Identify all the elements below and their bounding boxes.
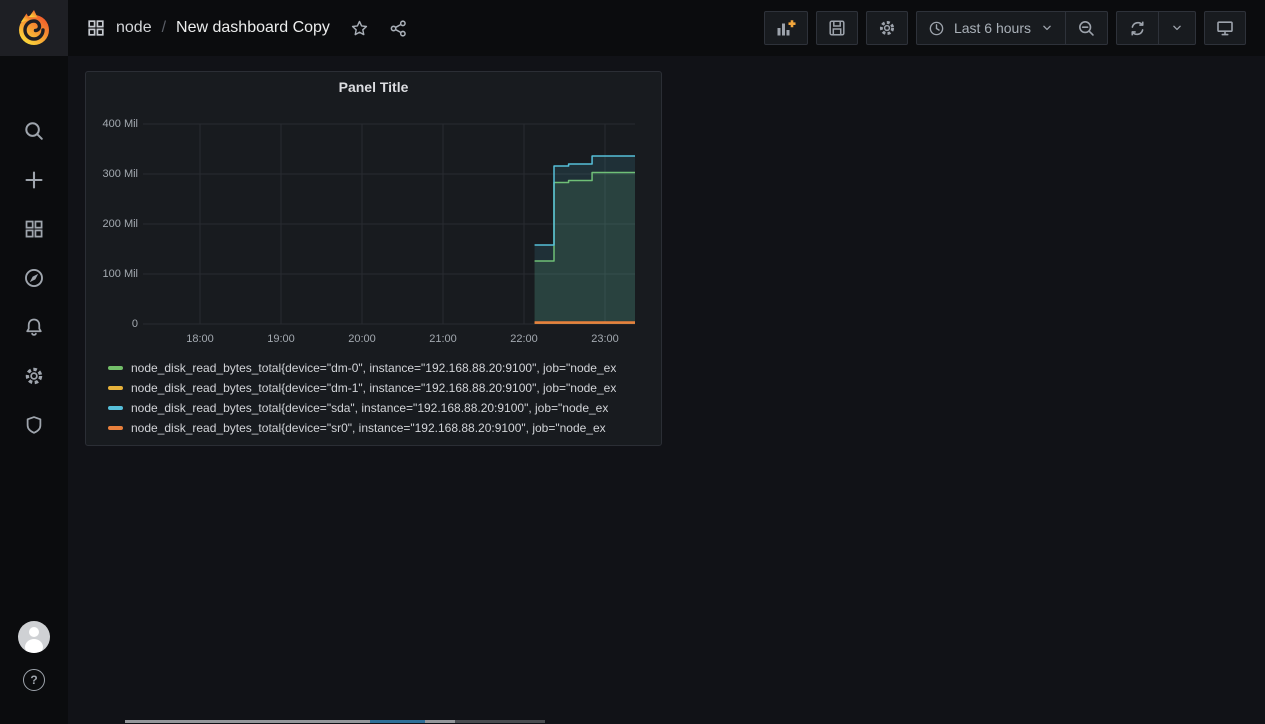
- legend-item[interactable]: node_disk_read_bytes_total{device="dm-0"…: [108, 358, 659, 378]
- legend-series-swatch: [108, 406, 123, 410]
- help-icon[interactable]: ?: [23, 669, 45, 691]
- sidebar-item-server-admin[interactable]: [23, 414, 45, 436]
- time-picker-group: Last 6 hours: [916, 11, 1108, 45]
- shield-icon: [23, 414, 45, 436]
- bottom-edge-artifact-dark: [455, 720, 545, 723]
- monitor-icon: [1215, 18, 1235, 38]
- save-icon: [827, 18, 847, 38]
- dashboard-canvas: Panel Title node_disk_read_bytes_total{d…: [68, 56, 1265, 724]
- refresh-button[interactable]: [1117, 12, 1158, 44]
- gear-icon: [877, 18, 897, 38]
- content-column: node / New dashboard Copy: [68, 0, 1265, 724]
- bottom-edge-artifact-blue: [370, 720, 425, 723]
- zoom-out-button[interactable]: [1065, 12, 1107, 44]
- sidebar-item-explore[interactable]: [23, 267, 45, 289]
- zoom-out-icon: [1077, 19, 1096, 38]
- x-axis-tick-label: 19:00: [257, 333, 305, 345]
- y-axis-tick-label: 0: [86, 317, 138, 331]
- share-button[interactable]: [389, 19, 408, 38]
- legend-series-label: node_disk_read_bytes_total{device="sda",…: [131, 401, 608, 415]
- sidebar-item-dashboards[interactable]: [23, 218, 45, 240]
- refresh-icon: [1128, 19, 1147, 38]
- timeseries-panel: Panel Title node_disk_read_bytes_total{d…: [85, 71, 662, 446]
- grafana-logo[interactable]: [0, 0, 68, 56]
- breadcrumb-folder[interactable]: node: [116, 19, 152, 37]
- x-axis-tick-label: 23:00: [581, 333, 629, 345]
- save-dashboard-button[interactable]: [816, 11, 858, 45]
- sidebar-item-create[interactable]: [23, 169, 45, 191]
- time-range-picker[interactable]: Last 6 hours: [917, 12, 1065, 44]
- bell-icon: [23, 316, 45, 338]
- plot-svg[interactable]: [143, 124, 635, 324]
- chevron-down-icon: [1170, 21, 1184, 35]
- dashboard-title: New dashboard Copy: [176, 19, 330, 37]
- favorite-button[interactable]: [350, 19, 369, 38]
- legend: node_disk_read_bytes_total{device="dm-0"…: [108, 358, 659, 438]
- star-icon: [350, 19, 369, 38]
- x-axis-tick-label: 21:00: [419, 333, 467, 345]
- sidebar-menu: [23, 120, 45, 436]
- dashboard-toolbar: Last 6 hours: [764, 11, 1246, 45]
- compass-icon: [23, 267, 45, 289]
- legend-item[interactable]: node_disk_read_bytes_total{device="sda",…: [108, 398, 659, 418]
- clock-icon: [928, 20, 945, 37]
- sidebar-item-search[interactable]: [23, 120, 45, 142]
- sidebar-item-alerting[interactable]: [23, 316, 45, 338]
- dashboard-settings-button[interactable]: [866, 11, 908, 45]
- add-panel-button[interactable]: [764, 11, 808, 45]
- time-range-label: Last 6 hours: [954, 20, 1031, 36]
- help-glyph: ?: [30, 673, 37, 687]
- legend-series-swatch: [108, 366, 123, 370]
- x-axis-tick-label: 22:00: [500, 333, 548, 345]
- x-axis-tick-label: 20:00: [338, 333, 386, 345]
- bar-chart-plus-icon: [775, 18, 797, 38]
- apps-grid-icon: [86, 18, 106, 38]
- apps-grid-icon: [23, 218, 45, 240]
- legend-item[interactable]: node_disk_read_bytes_total{device="dm-1"…: [108, 378, 659, 398]
- refresh-interval-dropdown[interactable]: [1158, 12, 1195, 44]
- breadcrumb-separator: /: [162, 19, 166, 37]
- y-axis-tick-label: 400 Mil: [86, 117, 138, 131]
- grafana-app: ? node / New dashboard Copy: [0, 0, 1265, 724]
- dashboard-header: node / New dashboard Copy: [68, 0, 1265, 56]
- grafana-flame-icon: [14, 8, 54, 48]
- legend-series-swatch: [108, 426, 123, 430]
- legend-series-label: node_disk_read_bytes_total{device="dm-0"…: [131, 361, 616, 375]
- user-avatar[interactable]: [18, 621, 50, 653]
- breadcrumb: node / New dashboard Copy: [86, 18, 408, 38]
- sidebar-item-configuration[interactable]: [23, 365, 45, 387]
- sidebar-bottom: ?: [18, 621, 50, 691]
- y-axis-tick-label: 100 Mil: [86, 267, 138, 281]
- legend-series-label: node_disk_read_bytes_total{device="sr0",…: [131, 421, 606, 435]
- legend-item[interactable]: node_disk_read_bytes_total{device="sr0",…: [108, 418, 659, 438]
- plus-icon: [23, 169, 45, 191]
- chevron-down-icon: [1040, 21, 1054, 35]
- share-icon: [389, 19, 408, 38]
- search-icon: [23, 120, 45, 142]
- chart-area: node_disk_read_bytes_total{device="dm-0"…: [86, 72, 661, 445]
- x-axis-tick-label: 18:00: [176, 333, 224, 345]
- refresh-group: [1116, 11, 1196, 45]
- gear-icon: [23, 365, 45, 387]
- legend-series-label: node_disk_read_bytes_total{device="dm-1"…: [131, 381, 616, 395]
- cycle-view-mode-button[interactable]: [1204, 11, 1246, 45]
- y-axis-tick-label: 300 Mil: [86, 167, 138, 181]
- legend-series-swatch: [108, 386, 123, 390]
- bottom-edge-artifact: [125, 720, 545, 723]
- y-axis-tick-label: 200 Mil: [86, 217, 138, 231]
- sidebar: ?: [0, 0, 68, 724]
